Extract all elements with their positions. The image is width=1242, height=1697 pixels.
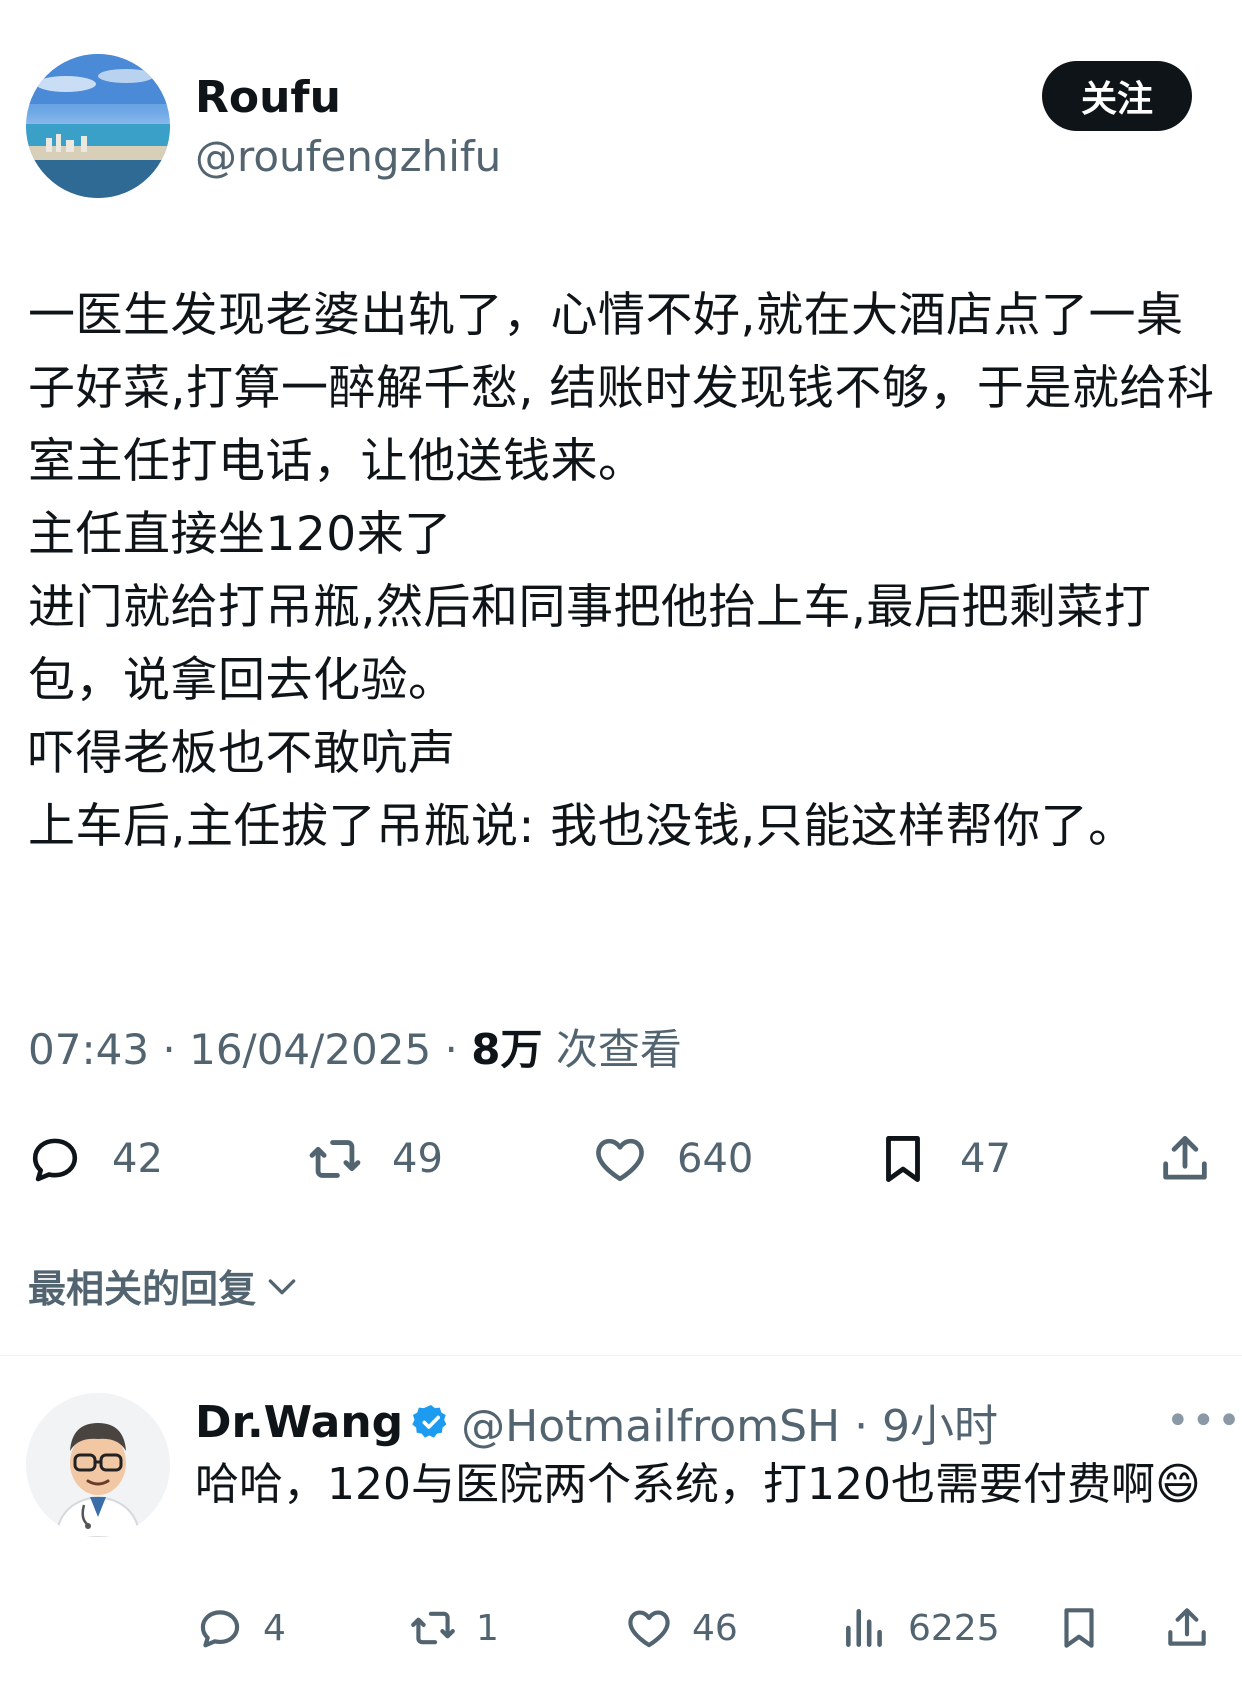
share-icon	[1163, 1136, 1207, 1180]
reply-avatar[interactable]	[26, 1393, 170, 1537]
tweet-date[interactable]: 16/04/2025	[189, 1025, 431, 1074]
tweet-text: 一医生发现老婆出轨了，心情不好,就在大酒店点了一桌子好菜,打算一醉解千愁, 结账…	[28, 288, 1215, 854]
reply-header: Dr.Wang @HotmailfromSH · 9小时	[195, 1390, 998, 1454]
view-label: 次查看	[555, 1025, 682, 1074]
follow-button[interactable]: 关注	[1042, 61, 1192, 131]
chevron-down-icon	[268, 1278, 296, 1294]
author-avatar[interactable]	[26, 54, 170, 198]
reply-retweet-count: 1	[476, 1607, 499, 1649]
like-count: 640	[677, 1136, 754, 1182]
reply-like-count: 46	[692, 1607, 738, 1649]
replies-sort-dropdown[interactable]: 最相关的回复	[28, 1258, 302, 1313]
like-icon	[628, 1610, 670, 1648]
reply-text: 哈哈，120与医院两个系统，打120也需要付费啊😄	[195, 1459, 1201, 1510]
avatar-image	[26, 54, 170, 198]
share-button[interactable]	[1156, 1124, 1214, 1194]
author-name[interactable]: Roufu	[195, 72, 341, 123]
reply-share-button[interactable]	[1162, 1598, 1212, 1658]
reply-reply-button[interactable]: 4	[195, 1598, 286, 1658]
views-icon	[846, 1609, 882, 1647]
view-count: 8万	[471, 1025, 543, 1074]
bookmark-button[interactable]: 47	[874, 1124, 1011, 1194]
bookmark-count: 47	[960, 1136, 1011, 1182]
reply-views-count: 6225	[908, 1607, 1000, 1649]
retweet-count: 49	[392, 1136, 443, 1182]
reply-button[interactable]: 42	[26, 1124, 163, 1194]
meta-separator: ·	[149, 1025, 190, 1074]
reply-views-button[interactable]: 6225	[840, 1598, 1000, 1658]
bookmark-icon	[1064, 1608, 1094, 1648]
more-icon[interactable]: •••	[1166, 1398, 1242, 1444]
reply-icon	[32, 1138, 78, 1182]
reply-count: 42	[112, 1136, 163, 1182]
retweet-icon	[309, 1140, 361, 1178]
reply-action-bar: 4 1 46 6225	[0, 1598, 1242, 1658]
reply-retweet-button[interactable]: 1	[408, 1598, 499, 1658]
reply-like-button[interactable]: 46	[624, 1598, 738, 1658]
author-handle[interactable]: @roufengzhifu	[195, 132, 501, 181]
tweet-time[interactable]: 07:43	[28, 1025, 149, 1074]
tweet-meta: 07:43 · 16/04/2025 · 8万 次查看	[28, 1016, 682, 1077]
like-icon	[596, 1138, 644, 1182]
doctor-avatar-image	[26, 1393, 170, 1537]
bookmark-icon	[886, 1136, 920, 1182]
reply-author-name[interactable]: Dr.Wang	[195, 1397, 403, 1448]
retweet-icon	[411, 1611, 455, 1645]
reply-handle-time[interactable]: @HotmailfromSH · 9小时	[461, 1390, 998, 1454]
replies-sort-label: 最相关的回复	[28, 1267, 257, 1311]
share-icon	[1168, 1608, 1206, 1646]
tweet-action-bar: 42 49 640 47	[0, 1124, 1242, 1194]
retweet-button[interactable]: 49	[306, 1124, 443, 1194]
reply-reply-count: 4	[263, 1607, 286, 1649]
reply-bookmark-button[interactable]	[1054, 1598, 1104, 1658]
meta-separator: ·	[431, 1025, 472, 1074]
reply-icon	[200, 1610, 240, 1648]
divider	[0, 1355, 1242, 1356]
like-button[interactable]: 640	[591, 1124, 753, 1194]
verified-badge-icon[interactable]	[411, 1402, 451, 1442]
